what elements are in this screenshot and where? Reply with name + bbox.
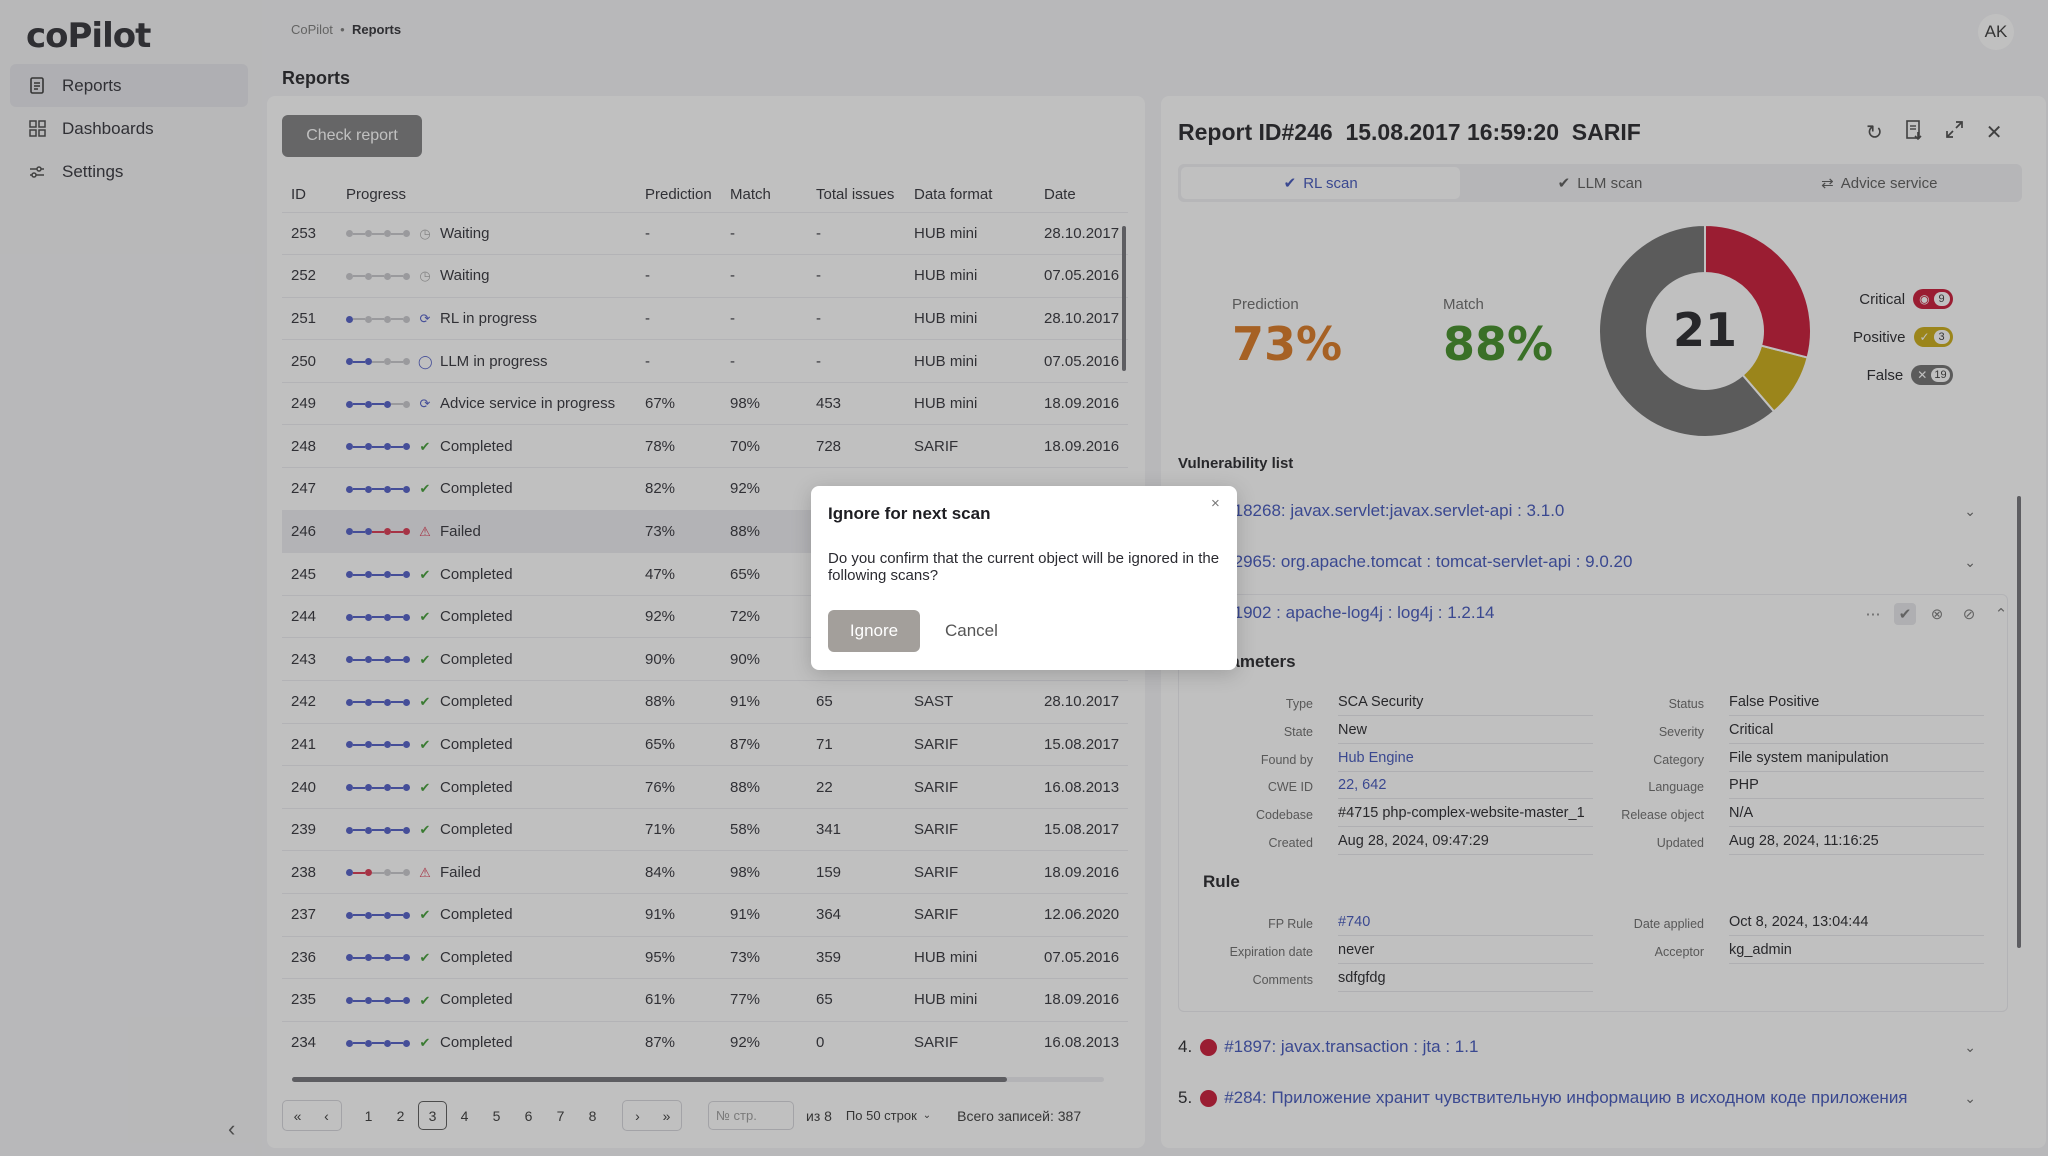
dialog-message: Do you confirm that the current object w… [828,550,1220,584]
ignore-button[interactable]: Ignore [828,610,920,652]
dialog-title: Ignore for next scan [828,504,991,523]
close-icon[interactable]: × [1211,495,1220,512]
ignore-confirm-dialog: Ignore for next scan × Do you confirm th… [811,486,1237,670]
cancel-button[interactable]: Cancel [945,610,998,652]
